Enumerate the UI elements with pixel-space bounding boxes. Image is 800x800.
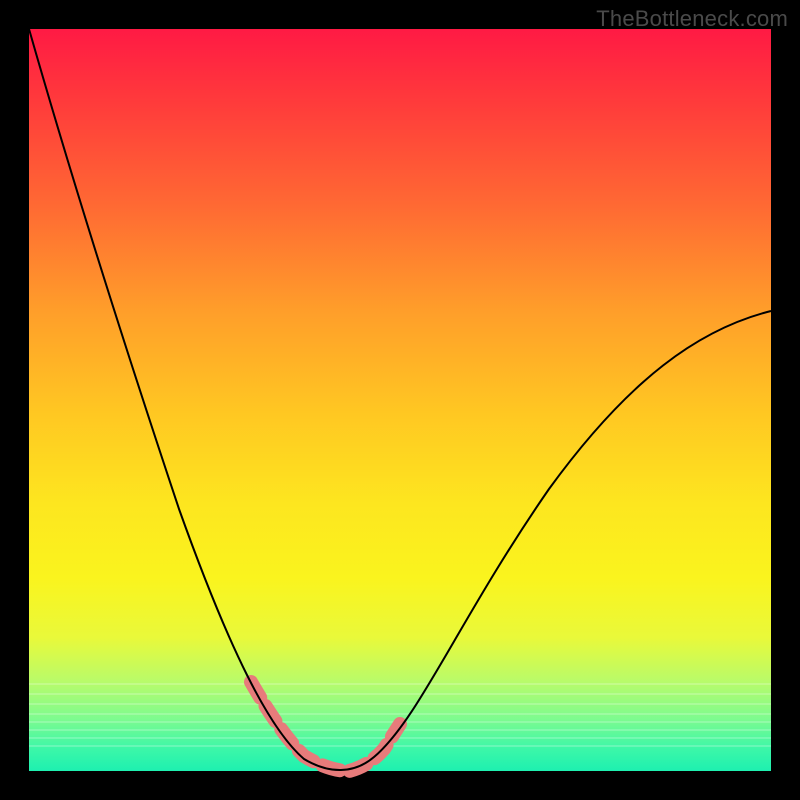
curve-layer (29, 29, 771, 771)
chart-frame: TheBottleneck.com (0, 0, 800, 800)
bottleneck-curve (29, 29, 771, 770)
plot-area (29, 29, 771, 771)
highlight-segment (251, 682, 400, 771)
watermark-text: TheBottleneck.com (596, 6, 788, 32)
